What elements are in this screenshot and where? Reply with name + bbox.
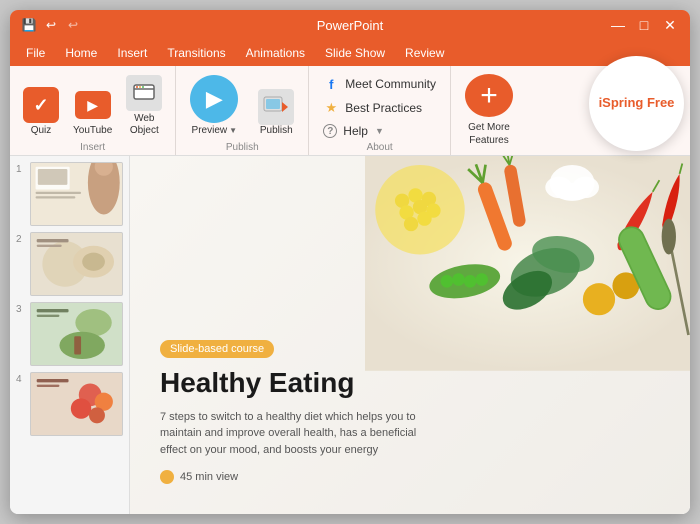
web-object-icon-box [126, 75, 162, 111]
titlebar-left: 💾 ↩ ↩ [22, 18, 80, 32]
quiz-button[interactable]: ✓ Quiz [18, 84, 64, 140]
web-object-button[interactable]: WebObject [121, 72, 167, 140]
publish-button[interactable]: Publish [252, 86, 300, 139]
menu-animations[interactable]: Animations [238, 44, 313, 62]
ispring-badge: iSpring Free [589, 56, 684, 151]
menu-transitions[interactable]: Transitions [159, 44, 233, 62]
menu-review[interactable]: Review [397, 44, 452, 62]
slide-item-4[interactable]: 4 [16, 372, 123, 436]
slide-tag: Slide-based course [160, 340, 274, 358]
maximize-button[interactable]: □ [636, 17, 652, 33]
minimize-button[interactable]: — [610, 17, 626, 33]
insert-items: ✓ Quiz ▶ YouTube [10, 66, 175, 144]
star-icon: ★ [323, 100, 339, 116]
quiz-icon-box: ✓ [23, 87, 59, 123]
slide-time: 45 min view [160, 470, 440, 484]
slide-thumb-4 [30, 372, 123, 436]
menu-slideshow[interactable]: Slide Show [317, 44, 393, 62]
slide-thumb-1 [30, 162, 123, 226]
slide-item-2[interactable]: 2 [16, 232, 123, 296]
best-practices-button[interactable]: ★ Best Practices [319, 98, 440, 118]
insert-group-label: Insert [10, 142, 175, 153]
help-icon: ? [323, 124, 337, 138]
youtube-label: YouTube [73, 125, 112, 137]
help-button[interactable]: ? Help ▼ [319, 122, 440, 140]
close-button[interactable]: ✕ [662, 17, 678, 33]
menu-insert[interactable]: Insert [109, 44, 155, 62]
undo-icon[interactable]: ↩ [44, 18, 58, 32]
youtube-icon-box: ▶ [75, 87, 111, 123]
publish-label: Publish [260, 125, 293, 136]
slide-text-area: Slide-based course Healthy Eating 7 step… [160, 339, 440, 484]
window-controls: — □ ✕ [610, 17, 678, 33]
ribbon-group-insert: ✓ Quiz ▶ YouTube [10, 66, 176, 155]
best-practices-label: Best Practices [345, 101, 422, 115]
help-chevron: ▼ [375, 126, 384, 136]
preview-label-area: Preview ▼ [192, 125, 238, 136]
menu-home[interactable]: Home [57, 44, 105, 62]
slide-num-3: 3 [16, 304, 26, 315]
slide-item-3[interactable]: 3 [16, 302, 123, 366]
preview-label: Preview [192, 125, 228, 136]
quiz-icon: ✓ [23, 87, 59, 123]
slide-num-2: 2 [16, 234, 26, 245]
youtube-button[interactable]: ▶ YouTube [68, 84, 117, 140]
time-dot-icon [160, 470, 174, 484]
publish-items: ▶ Preview ▼ [176, 66, 308, 143]
slide-panel[interactable]: 1 2 [10, 156, 130, 514]
titlebar: 💾 ↩ ↩ PowerPoint — □ ✕ [10, 10, 690, 40]
slide-description: 7 steps to switch to a healthy diet whic… [160, 409, 440, 459]
get-more-icon: + [465, 74, 513, 117]
get-more-label: Get MoreFeatures [468, 121, 510, 147]
web-object-icon [126, 75, 162, 111]
ribbon: ✓ Quiz ▶ YouTube [10, 66, 690, 156]
help-label: Help [343, 124, 368, 138]
slide-num-4: 4 [16, 374, 26, 385]
menu-file[interactable]: File [18, 44, 53, 62]
ispring-label: iSpring Free [599, 95, 675, 112]
redo-icon[interactable]: ↩ [66, 18, 80, 32]
preview-button[interactable]: ▶ Preview ▼ [184, 72, 244, 139]
about-items: f Meet Community ★ Best Practices ? Help… [309, 66, 450, 144]
web-object-label: WebObject [130, 113, 159, 137]
preview-chevron: ▼ [229, 126, 237, 135]
meet-community-label: Meet Community [345, 77, 436, 91]
preview-icon: ▶ [190, 75, 238, 123]
publish-icon-box [258, 89, 294, 125]
app-window: 💾 ↩ ↩ PowerPoint — □ ✕ File Home Insert … [10, 10, 690, 514]
publish-group-label: Publish [176, 142, 308, 153]
slide-content: Slide-based course Healthy Eating 7 step… [130, 156, 690, 514]
youtube-icon: ▶ [75, 91, 111, 119]
about-group-label: About [309, 142, 450, 153]
slide-item-1[interactable]: 1 [16, 162, 123, 226]
slide-time-label: 45 min view [180, 471, 238, 483]
slide-num-1: 1 [16, 164, 26, 175]
ribbon-group-about: f Meet Community ★ Best Practices ? Help… [309, 66, 451, 155]
slide-thumb-3 [30, 302, 123, 366]
publish-icon [258, 89, 294, 125]
meet-community-button[interactable]: f Meet Community [319, 74, 440, 94]
facebook-icon: f [323, 76, 339, 92]
slide-title: Healthy Eating [160, 368, 440, 399]
slide-view: Slide-based course Healthy Eating 7 step… [130, 156, 690, 514]
ribbon-group-publish: ▶ Preview ▼ [176, 66, 309, 155]
quiz-label: Quiz [31, 125, 52, 137]
window-title: PowerPoint [317, 18, 383, 33]
main-area: 1 2 [10, 156, 690, 514]
save-icon[interactable]: 💾 [22, 18, 36, 32]
get-more-features-button[interactable]: + Get MoreFeatures [451, 66, 527, 155]
slide-thumb-2 [30, 232, 123, 296]
menubar: File Home Insert Transitions Animations … [10, 40, 690, 66]
